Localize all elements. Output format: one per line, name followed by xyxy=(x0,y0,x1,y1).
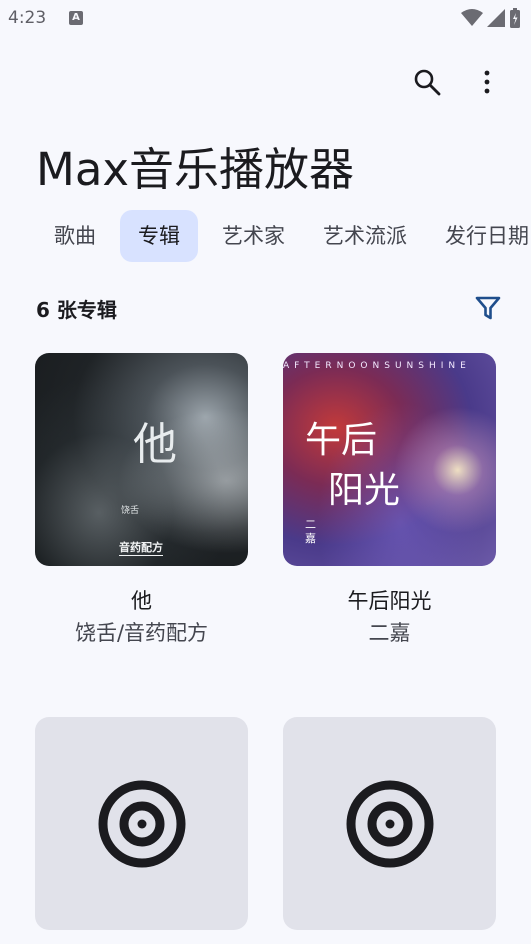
page-title: Max音乐播放器 xyxy=(36,143,355,196)
cover-title-text: 他 xyxy=(133,419,177,470)
album-placeholder-icon xyxy=(98,780,185,867)
tab-songs[interactable]: 歌曲 xyxy=(36,210,114,262)
album-card[interactable] xyxy=(283,717,496,930)
cover-band-text: AFTERNOONSUNSHINE xyxy=(283,361,471,371)
album-card[interactable]: AFTERNOONSUNSHINE 午后 阳光 二 嘉 午后阳光 二嘉 xyxy=(283,353,496,645)
filter-icon xyxy=(475,296,501,320)
search-button[interactable] xyxy=(411,66,443,98)
status-bar: 4:23 A xyxy=(0,0,531,36)
album-count: 6 张专辑 xyxy=(36,298,117,322)
signal-icon xyxy=(487,9,505,27)
cover-brand-text: 音药配方 xyxy=(119,541,163,556)
tab-genres[interactable]: 艺术流派 xyxy=(305,210,425,262)
battery-icon xyxy=(510,8,520,28)
system-icons xyxy=(461,8,521,28)
tab-artists[interactable]: 艺术家 xyxy=(204,210,303,262)
album-cover: 他 饶舌 音药配方 xyxy=(35,353,248,566)
album-cover-placeholder xyxy=(35,717,248,930)
album-name: 他 xyxy=(131,589,152,613)
wifi-icon xyxy=(461,9,483,26)
tab-release-date[interactable]: 发行日期 xyxy=(427,210,531,262)
filter-button[interactable] xyxy=(472,292,504,324)
album-card[interactable] xyxy=(35,717,248,930)
album-name: 午后阳光 xyxy=(347,589,432,613)
album-cover-placeholder xyxy=(283,717,496,930)
cover-title-line2: 阳光 xyxy=(328,470,401,511)
more-vert-icon xyxy=(484,70,490,94)
album-artist: 二嘉 xyxy=(368,621,411,645)
more-options-button[interactable] xyxy=(471,66,503,98)
album-placeholder-icon xyxy=(346,780,433,867)
category-tabs: 歌曲 专辑 艺术家 艺术流派 发行日期 xyxy=(36,209,531,263)
album-artist: 饶舌/音药配方 xyxy=(74,621,209,645)
top-app-bar-actions xyxy=(411,66,503,98)
cover-artist-text: 二 嘉 xyxy=(305,518,316,545)
cover-title-line1: 午后 xyxy=(305,420,378,461)
album-cover: AFTERNOONSUNSHINE 午后 阳光 二 嘉 xyxy=(283,353,496,566)
search-icon xyxy=(414,69,441,96)
cover-artist-text: 饶舌 xyxy=(121,506,140,516)
notification-icon: A xyxy=(69,11,83,25)
tab-albums[interactable]: 专辑 xyxy=(120,210,198,262)
album-card[interactable]: 他 饶舌 音药配方 他 饶舌/音药配方 xyxy=(35,353,248,645)
status-time: 4:23 xyxy=(8,8,47,28)
